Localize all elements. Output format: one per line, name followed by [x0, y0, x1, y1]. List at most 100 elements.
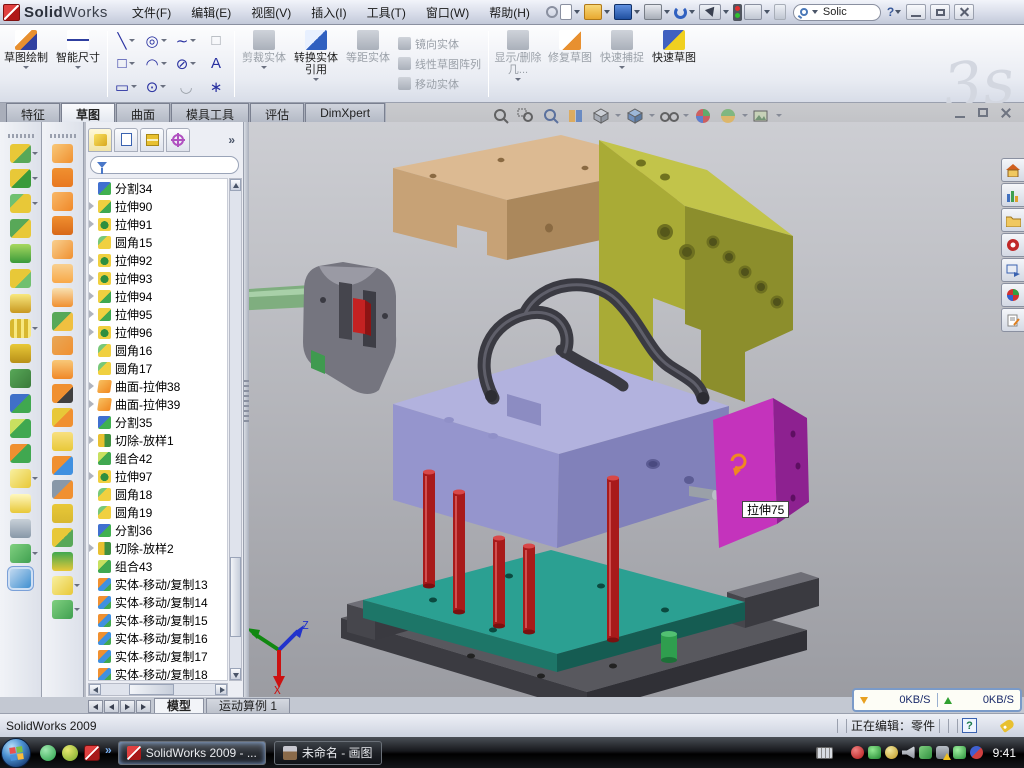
toolbar-button[interactable]: 草图绘制 [0, 25, 52, 102]
help-dropdown-icon[interactable] [895, 10, 901, 14]
tree-item[interactable]: 组合43 [89, 557, 227, 575]
scroll-right-button[interactable] [215, 684, 227, 695]
hide-show-items-icon[interactable] [658, 106, 680, 125]
expand-arrow-icon[interactable] [89, 436, 94, 444]
dropdown-arrow-icon[interactable] [32, 152, 38, 155]
flatten-surface-icon[interactable] [52, 504, 73, 523]
expand-arrow-icon[interactable] [89, 472, 94, 480]
model-tab[interactable]: 运动算例 1 [206, 698, 290, 713]
tree-item[interactable]: 分割35 [89, 413, 227, 431]
toolbar-button[interactable]: 显示/删除几... [492, 25, 544, 102]
tree-item[interactable]: 切除-放样1 [89, 431, 227, 449]
solidworks-resources-tab[interactable] [1001, 158, 1024, 182]
tree-item[interactable]: 圆角19 [89, 503, 227, 521]
search-scope-dropdown-icon[interactable] [812, 10, 818, 14]
toolbar-button[interactable]: 转换实体引用 [290, 25, 342, 102]
apply-scene-icon[interactable] [717, 106, 739, 125]
tree-item[interactable]: 实体-移动/复制18 [89, 665, 227, 681]
panel-overflow-chevron[interactable]: » [228, 133, 241, 147]
tray-network-warning-icon[interactable] [936, 746, 949, 759]
quick-tips-button[interactable]: ? [962, 718, 977, 733]
start-button[interactable] [1, 738, 31, 768]
dimxpert-manager-tab[interactable] [166, 128, 190, 152]
section-view-icon[interactable] [565, 106, 587, 125]
pin-icon[interactable] [546, 6, 558, 18]
extend-surface-icon[interactable] [52, 288, 73, 307]
sketch-entity-button[interactable]: ╲ [111, 29, 141, 52]
language-bar-icon[interactable] [816, 747, 833, 759]
sketch-entity-button[interactable]: ◎ [141, 29, 171, 52]
dropdown-arrow-icon[interactable] [683, 114, 689, 117]
tree-item[interactable]: 拉伸92 [89, 251, 227, 269]
sketch-entity-button[interactable]: ◠ [141, 52, 171, 75]
dropdown-arrow-icon[interactable] [32, 177, 38, 180]
planar-surface-icon[interactable] [52, 264, 73, 283]
dropdown-arrow-icon[interactable] [74, 584, 80, 587]
last-tab-button[interactable] [136, 700, 151, 713]
reference-geometry-icon[interactable] [52, 576, 73, 595]
tree-item[interactable]: 曲面-拉伸38 [89, 377, 227, 395]
toolbar-button[interactable]: 快速捕捉 [596, 25, 648, 102]
toolbar-button[interactable]: 修复草图 [544, 25, 596, 102]
toolbar-button[interactable]: 线性草图阵列 [398, 56, 481, 72]
menu-item[interactable]: 插入(I) [301, 1, 356, 24]
tree-item[interactable]: 拉伸96 [89, 323, 227, 341]
scroll-down-button[interactable] [230, 668, 241, 680]
revolved-surface-icon[interactable] [52, 168, 73, 187]
lofted-surface-icon[interactable] [52, 216, 73, 235]
fillet-surface-icon[interactable] [52, 360, 73, 379]
tree-item[interactable]: 组合42 [89, 449, 227, 467]
command-tab[interactable]: 模具工具 [171, 103, 249, 122]
extruded-boss-icon[interactable] [10, 144, 31, 163]
tree-item[interactable]: 拉伸91 [89, 215, 227, 233]
command-tab[interactable]: 特征 [6, 103, 60, 122]
view-orientation-icon[interactable] [590, 106, 612, 125]
scroll-thumb[interactable] [129, 684, 174, 695]
options-dropdown-icon[interactable] [764, 10, 770, 14]
viewport-3d[interactable]: Y Z X [249, 122, 1024, 697]
tree-item[interactable]: 实体-移动/复制16 [89, 629, 227, 647]
chamfer-icon[interactable] [10, 269, 31, 288]
select-dropdown-icon[interactable] [723, 10, 729, 14]
save-dropdown-icon[interactable] [634, 10, 640, 14]
draft-icon[interactable] [10, 369, 31, 388]
spline-icon[interactable] [52, 600, 73, 619]
expand-arrow-icon[interactable] [89, 256, 94, 264]
fill-surface-icon[interactable] [52, 312, 73, 331]
sketch-entity-button[interactable]: ∼ [171, 29, 201, 52]
tree-item[interactable]: 曲面-拉伸39 [89, 395, 227, 413]
minimize-button[interactable] [906, 4, 926, 20]
expand-arrow-icon[interactable] [89, 400, 94, 408]
taskbar-window-solidworks[interactable]: SolidWorks 2009 - ... [118, 741, 266, 765]
scroll-thumb[interactable] [230, 557, 241, 637]
dropdown-arrow-icon[interactable] [129, 39, 135, 42]
design-library-tab[interactable] [1001, 183, 1024, 207]
tags-icon[interactable] [1000, 718, 1016, 733]
tree-item[interactable]: 拉伸90 [89, 197, 227, 215]
dome-icon[interactable] [52, 552, 73, 571]
new-document-icon[interactable] [560, 4, 572, 20]
revolved-boss-icon[interactable] [10, 244, 31, 263]
fillet-icon[interactable] [10, 194, 31, 213]
tree-item[interactable]: 分割34 [89, 179, 227, 197]
scroll-left-button[interactable] [89, 684, 101, 695]
toolbar-button[interactable]: 快速草图 [648, 25, 700, 102]
untrim-surface-icon[interactable] [52, 456, 73, 475]
help-menu-icon[interactable]: ? [887, 5, 894, 19]
sketch-entity-button[interactable]: ◡ [171, 75, 201, 98]
toolbar-button[interactable]: 移动实体 [398, 76, 481, 92]
dropdown-arrow-icon[interactable] [75, 66, 81, 69]
tree-vertical-scrollbar[interactable] [229, 178, 242, 681]
dropdown-arrow-icon[interactable] [742, 114, 748, 117]
tree-item[interactable]: 切除-放样2 [89, 539, 227, 557]
first-tab-button[interactable] [88, 700, 103, 713]
dropdown-arrow-icon[interactable] [129, 62, 135, 65]
view-palette-tab[interactable] [1001, 258, 1024, 282]
sketch-entity-button[interactable]: A [201, 52, 231, 75]
tray-antivirus-icon[interactable] [868, 746, 881, 759]
toolbar-button[interactable]: 等距实体 [342, 25, 394, 102]
view-settings-icon[interactable] [751, 106, 773, 125]
next-tab-button[interactable] [120, 700, 135, 713]
taskbar-window-paint[interactable]: 未命名 - 画图 [274, 741, 382, 765]
tray-volume-icon[interactable] [902, 746, 915, 759]
